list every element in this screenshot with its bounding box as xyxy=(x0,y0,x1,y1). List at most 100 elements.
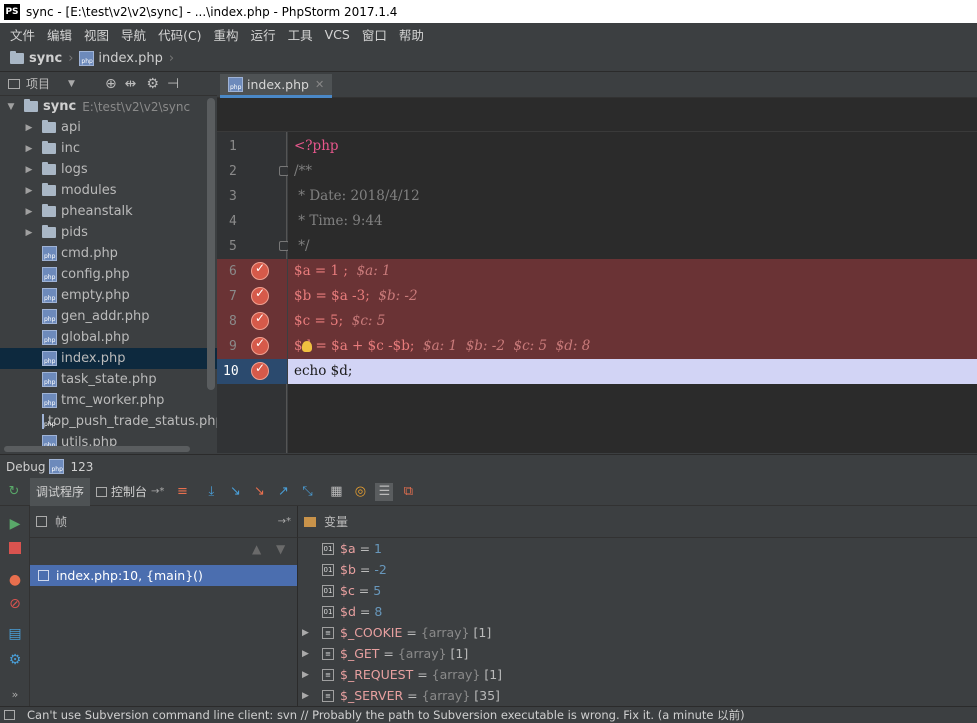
frame-down-icon[interactable]: ▼ xyxy=(276,542,285,556)
collapsed-arrow-icon[interactable]: ▶ xyxy=(22,144,36,154)
tree-file-cmd[interactable]: cmd.php xyxy=(0,243,217,264)
collapsed-arrow-icon[interactable]: ▶ xyxy=(22,165,36,175)
settings-list-icon[interactable]: ☰ xyxy=(375,482,394,501)
project-tree-hscrollbar[interactable] xyxy=(4,446,190,452)
intention-bulb-icon[interactable] xyxy=(302,341,312,352)
collapsed-arrow-icon[interactable]: ▶ xyxy=(22,186,36,196)
tree-folder-api[interactable]: ▶ api xyxy=(0,117,217,138)
folder-icon xyxy=(24,99,38,112)
tree-file-label: cmd.php xyxy=(61,246,118,261)
code-editor[interactable]: <?php /** * Date: 2018/4/12 * Time: 9:44… xyxy=(288,132,977,453)
expand-arrow-icon[interactable]: ▼ xyxy=(4,102,18,112)
breakpoint-icon[interactable] xyxy=(251,261,269,280)
tree-file-tmc-worker[interactable]: tmc_worker.php xyxy=(0,390,217,411)
step-into-icon[interactable]: ↘ xyxy=(226,483,244,501)
tab-console[interactable]: 控制台 →* xyxy=(90,478,170,506)
variable-row-expandable[interactable]: ▶ ≡ $_REQUEST = {array} [1] xyxy=(302,664,502,685)
tree-folder-logs[interactable]: ▶ logs xyxy=(0,159,217,180)
expand-arrow-icon[interactable]: ▶ xyxy=(302,649,322,659)
collapsed-arrow-icon[interactable]: ▶ xyxy=(22,228,36,238)
rerun-icon[interactable]: ↻ xyxy=(5,483,23,501)
more-icon[interactable]: » xyxy=(5,684,25,704)
pin-arrow-icon[interactable]: →* xyxy=(278,516,291,527)
locate-file-icon[interactable]: ⊕ xyxy=(105,76,117,92)
tree-file-gen-addr[interactable]: gen_addr.php xyxy=(0,306,217,327)
show-execution-point-icon[interactable]: ≡ xyxy=(173,483,191,501)
status-message[interactable]: Can't use Subversion command line client… xyxy=(27,707,745,723)
expand-arrow-icon[interactable]: ▶ xyxy=(302,628,322,638)
menu-edit[interactable]: 编辑 xyxy=(41,25,78,44)
expand-arrow-icon[interactable]: ▶ xyxy=(302,670,322,680)
tree-file-config[interactable]: config.php xyxy=(0,264,217,285)
tree-file-task-state[interactable]: task_state.php xyxy=(0,369,217,390)
variable-row[interactable]: 01 $c = 5 xyxy=(322,580,381,601)
view-breakpoints-icon[interactable]: ● xyxy=(5,570,25,590)
php-file-icon xyxy=(42,288,57,303)
evaluate-expression-icon[interactable]: ▦ xyxy=(327,483,345,501)
menu-vcs[interactable]: VCS xyxy=(319,27,356,42)
stop-icon[interactable] xyxy=(5,538,25,558)
tree-root[interactable]: ▼ sync E:\test\v2\v2\sync xyxy=(0,96,217,117)
expand-arrow-icon[interactable]: ▶ xyxy=(302,691,322,701)
gear-icon[interactable]: ⚙ xyxy=(146,76,159,92)
breadcrumb-file[interactable]: index.php xyxy=(98,51,162,66)
collapse-all-icon[interactable]: ⇹ xyxy=(125,76,137,92)
variable-row[interactable]: 01 $d = 8 xyxy=(322,601,382,622)
collapsed-arrow-icon[interactable]: ▶ xyxy=(22,123,36,133)
tab-debugger[interactable]: 调试程序 xyxy=(30,477,91,506)
tree-folder-label: logs xyxy=(61,162,88,177)
close-icon[interactable]: ✕ xyxy=(315,78,324,91)
project-tree-scrollbar[interactable] xyxy=(207,98,215,390)
status-icon[interactable] xyxy=(4,710,15,720)
array-icon: ≡ xyxy=(322,647,334,660)
debug-window-title: Debug 123 xyxy=(0,454,977,478)
menu-code[interactable]: 代码(C) xyxy=(152,25,207,44)
variable-row-expandable[interactable]: ▶ ≡ $_GET = {array} [1] xyxy=(302,643,468,664)
menu-tools[interactable]: 工具 xyxy=(282,25,319,44)
menu-view[interactable]: 视图 xyxy=(78,25,115,44)
step-out-icon[interactable]: ↗ xyxy=(274,483,292,501)
variable-row[interactable]: 01 $b = -2 xyxy=(322,559,387,580)
tree-file-top-push[interactable]: top_push_trade_status.php xyxy=(0,411,217,432)
breadcrumb-project[interactable]: sync xyxy=(29,51,62,66)
breakpoint-icon[interactable] xyxy=(251,336,269,355)
menu-run[interactable]: 运行 xyxy=(245,25,282,44)
run-to-cursor-icon[interactable]: ⤡ xyxy=(298,483,316,501)
dropdown-arrow-icon[interactable]: ▼ xyxy=(68,79,75,89)
debug-settings-icon[interactable]: ⚙ xyxy=(5,650,25,670)
tab-index-php[interactable]: index.php ✕ xyxy=(220,74,333,98)
menu-window[interactable]: 窗口 xyxy=(356,25,393,44)
step-over-icon[interactable]: ⤓ xyxy=(202,483,220,501)
menu-refactor[interactable]: 重构 xyxy=(208,25,245,44)
tree-file-empty[interactable]: empty.php xyxy=(0,285,217,306)
project-panel-title[interactable]: 项目 xyxy=(26,75,50,92)
hide-panel-icon[interactable]: ⊣ xyxy=(167,76,179,92)
copy-stack-icon[interactable]: ⧉ xyxy=(399,483,417,501)
breakpoint-icon[interactable] xyxy=(251,311,269,330)
tree-file-global[interactable]: global.php xyxy=(0,327,217,348)
variable-icon: 01 xyxy=(322,563,334,576)
tree-folder-modules[interactable]: ▶ modules xyxy=(0,180,217,201)
collapsed-arrow-icon[interactable]: ▶ xyxy=(22,207,36,217)
menu-file[interactable]: 文件 xyxy=(4,25,41,44)
mute-breakpoints-icon[interactable]: ⊘ xyxy=(5,594,25,614)
tree-folder-pids[interactable]: ▶ pids xyxy=(0,222,217,243)
frame-up-icon[interactable]: ▲ xyxy=(252,542,261,556)
menu-help[interactable]: 帮助 xyxy=(393,25,430,44)
tree-file-index[interactable]: index.php xyxy=(0,348,217,369)
variables-panel: 01 $a = 1 01 $b = -2 01 $c = 5 01 $d = 8… xyxy=(297,538,977,706)
frame-item-selected[interactable]: index.php:10, {main}() xyxy=(30,565,297,586)
watches-icon[interactable]: ◎ xyxy=(351,483,369,501)
breakpoint-icon[interactable] xyxy=(251,286,269,305)
force-step-into-icon[interactable]: ↘ xyxy=(250,483,268,501)
debug-session-name[interactable]: 123 xyxy=(70,460,93,474)
variable-row-expandable[interactable]: ▶ ≡ $_SERVER = {array} [35] xyxy=(302,685,500,706)
breakpoint-icon[interactable] xyxy=(251,361,269,380)
tree-folder-pheanstalk[interactable]: ▶ pheanstalk xyxy=(0,201,217,222)
variable-row[interactable]: 01 $a = 1 xyxy=(322,538,382,559)
resume-icon[interactable]: ▶ xyxy=(5,514,25,534)
layout-icon[interactable]: ▤ xyxy=(5,624,25,644)
tree-folder-inc[interactable]: ▶ inc xyxy=(0,138,217,159)
menu-navigate[interactable]: 导航 xyxy=(115,25,152,44)
variable-row-expandable[interactable]: ▶ ≡ $_COOKIE = {array} [1] xyxy=(302,622,491,643)
